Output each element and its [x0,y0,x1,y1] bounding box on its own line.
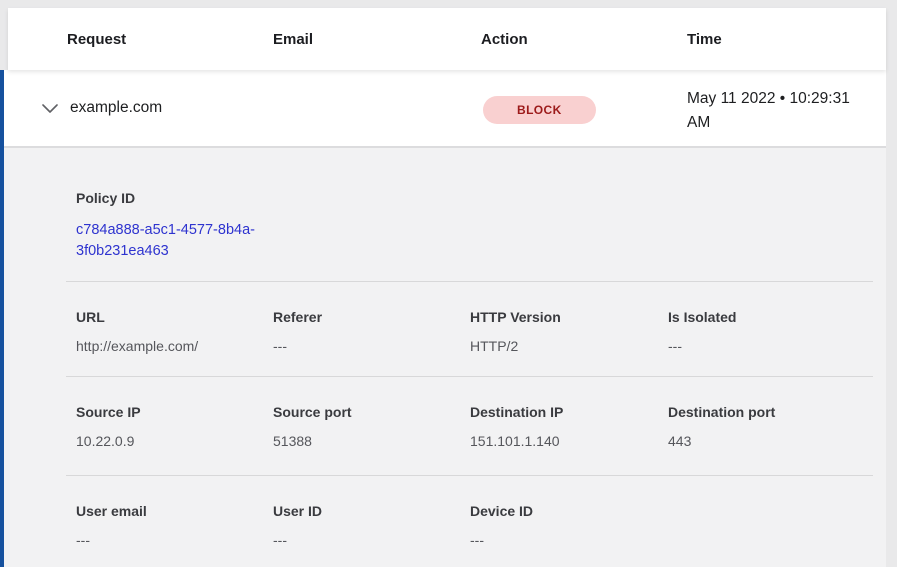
field-value: HTTP/2 [470,339,668,353]
column-header-time: Time [687,31,886,48]
field-referer: Referer --- [273,310,470,353]
field-user-email: User email --- [76,504,273,547]
policy-id-label: Policy ID [76,191,886,205]
field-value: http://example.com/ [76,339,273,353]
field-label: Destination port [668,405,886,419]
field-value: --- [273,339,470,353]
row-detail-panel: Policy ID c784a888-a5c1-4577-8b4a-3f0b23… [4,148,886,567]
field-http-version: HTTP Version HTTP/2 [470,310,668,353]
field-value: 10.22.0.9 [76,434,273,448]
field-label: HTTP Version [470,310,668,324]
field-label: Source port [273,405,470,419]
expanded-log-row-group: example.com BLOCK May 11 2022 • 10:29:31… [0,70,886,567]
field-label: Is Isolated [668,310,886,324]
action-status-badge: BLOCK [483,96,596,124]
table-row[interactable]: example.com BLOCK May 11 2022 • 10:29:31… [4,70,886,148]
policy-id-link[interactable]: c784a888-a5c1-4577-8b4a-3f0b231ea463 [76,220,280,262]
collapse-row-button[interactable] [41,99,59,117]
field-label: Destination IP [470,405,668,419]
field-value: 51388 [273,434,470,448]
field-destination-port: Destination port 443 [668,405,886,448]
chevron-down-icon [42,104,58,113]
field-label: URL [76,310,273,324]
column-header-request: Request [67,31,273,48]
field-value: --- [273,533,470,547]
field-source-port: Source port 51388 [273,405,470,448]
field-value: --- [668,339,886,353]
field-label: Device ID [470,504,668,518]
field-url: URL http://example.com/ [76,310,273,353]
field-label: User email [76,504,273,518]
network-section: Source IP 10.22.0.9 Source port 51388 De… [4,377,886,475]
field-value: --- [470,533,668,547]
user-section: User email --- User ID --- Device ID --- [4,476,886,567]
field-is-isolated: Is Isolated --- [668,310,886,353]
field-user-id: User ID --- [273,504,470,547]
policy-id-section: Policy ID c784a888-a5c1-4577-8b4a-3f0b23… [4,148,886,281]
field-label: Referer [273,310,470,324]
table-header: Request Email Action Time [8,8,886,70]
column-header-email: Email [273,31,481,48]
field-label: User ID [273,504,470,518]
field-value: 443 [668,434,886,448]
field-device-id: Device ID --- [470,504,668,547]
field-value: --- [76,533,273,547]
column-header-action: Action [481,31,687,48]
field-destination-ip: Destination IP 151.101.1.140 [470,405,668,448]
row-timestamp: May 11 2022 • 10:29:31 AM [687,87,865,135]
field-source-ip: Source IP 10.22.0.9 [76,405,273,448]
field-value: 151.101.1.140 [470,434,668,448]
request-domain: example.com [70,99,162,117]
field-label: Source IP [76,405,273,419]
request-meta-section: URL http://example.com/ Referer --- HTTP… [4,282,886,376]
